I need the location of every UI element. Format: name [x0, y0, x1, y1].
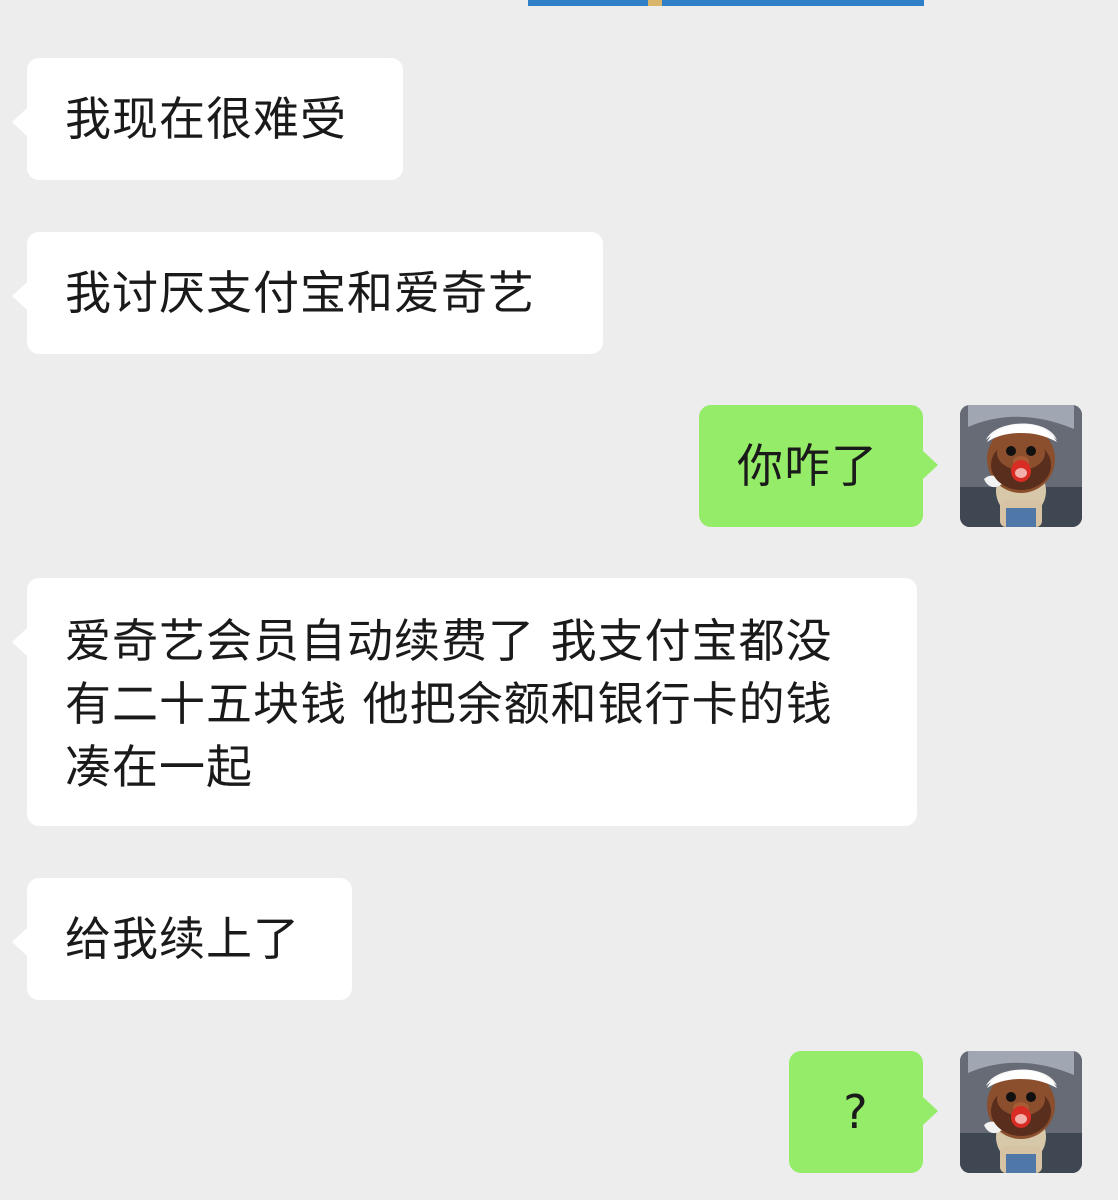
- message-bubble-incoming[interactable]: 我讨厌支付宝和爱奇艺: [12, 232, 603, 354]
- user-avatar[interactable]: [960, 405, 1082, 527]
- message-bubble-incoming[interactable]: 给我续上了: [12, 878, 352, 1000]
- message-line-3: 凑在一起: [65, 740, 253, 794]
- message-bubble-incoming[interactable]: 爱奇艺会员自动续费了 我支付宝都没 有二十五块钱 他把余额和银行卡的钱 凑在一起: [12, 578, 917, 826]
- cartoon-bearded-man-avatar-icon: [960, 405, 1082, 527]
- message-text: 你咋了: [737, 439, 878, 493]
- message-text: 我讨厌支付宝和爱奇艺: [65, 266, 535, 320]
- cartoon-bearded-man-avatar-icon: [960, 1051, 1082, 1173]
- partial-media-preview[interactable]: [528, 0, 924, 6]
- message-bubble-outgoing[interactable]: 你咋了: [699, 405, 938, 527]
- message-text: 给我续上了: [65, 912, 300, 966]
- bubble-tail-right: [923, 451, 938, 479]
- bubble-tail-left: [12, 928, 27, 956]
- message-text: 我现在很难受: [65, 92, 347, 146]
- bubble-tail-left: [12, 628, 27, 656]
- bubble-tail-left: [12, 108, 27, 136]
- bubble-tail-left: [12, 282, 27, 310]
- message-line-2: 有二十五块钱 他把余额和银行卡的钱: [65, 677, 833, 731]
- message-line-1: 爱奇艺会员自动续费了 我支付宝都没: [65, 614, 833, 668]
- bubble-tail-right: [923, 1097, 938, 1125]
- message-bubble-incoming[interactable]: 我现在很难受: [12, 58, 403, 180]
- message-text: ?: [843, 1085, 869, 1139]
- user-avatar[interactable]: [960, 1051, 1082, 1173]
- chat-area[interactable]: 我现在很难受 我讨厌支付宝和爱奇艺 你咋了 爱奇艺会员自动续费了 我支付宝都没 …: [0, 0, 1118, 1200]
- message-bubble-outgoing[interactable]: ?: [789, 1051, 938, 1173]
